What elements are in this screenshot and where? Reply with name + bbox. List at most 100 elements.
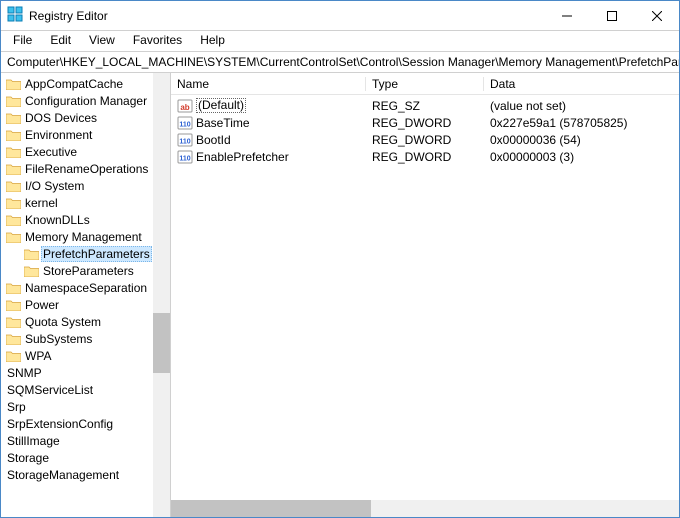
tree-pane[interactable]: AppCompatCache Configuration Manager DOS D… — [1, 73, 171, 517]
folder-icon — [5, 332, 21, 346]
maximize-button[interactable] — [589, 1, 634, 30]
menu-file[interactable]: File — [5, 31, 40, 49]
tree-item-label: I/O System — [23, 179, 86, 193]
tree-item[interactable]: StillImage — [1, 432, 170, 449]
values-pane[interactable]: Name Type Data (Default)REG_SZ(value not… — [171, 73, 679, 517]
tree-item[interactable]: Configuration Manager — [1, 92, 170, 109]
dword-value-icon — [177, 115, 193, 131]
tree-item[interactable]: SQMServiceList — [1, 381, 170, 398]
value-row[interactable]: BootIdREG_DWORD0x00000036 (54) — [171, 131, 679, 148]
tree-item[interactable]: Quota System — [1, 313, 170, 330]
tree-item-label: Quota System — [23, 315, 103, 329]
tree-item[interactable]: Environment — [1, 126, 170, 143]
tree-item-label: kernel — [23, 196, 60, 210]
value-name: (Default) — [196, 98, 246, 113]
value-row[interactable]: (Default)REG_SZ(value not set) — [171, 97, 679, 114]
tree-scrollbar-thumb[interactable] — [153, 313, 170, 373]
window-title: Registry Editor — [23, 9, 544, 23]
registry-editor-window: Registry Editor File Edit View Favorites… — [0, 0, 680, 518]
tree-item[interactable]: WPA — [1, 347, 170, 364]
folder-icon — [5, 349, 21, 363]
cell-data: (value not set) — [484, 99, 679, 113]
value-row[interactable]: BaseTimeREG_DWORD0x227e59a1 (578705825) — [171, 114, 679, 131]
tree-item-label: SQMServiceList — [5, 383, 95, 397]
tree-item-label: Configuration Manager — [23, 94, 149, 108]
tree-item[interactable]: Memory Management — [1, 228, 170, 245]
tree-item[interactable]: NamespaceSeparation — [1, 279, 170, 296]
value-row[interactable]: EnablePrefetcher REG_DWORD0x00000003 (3) — [171, 148, 679, 165]
tree-item-label: FileRenameOperations — [23, 162, 150, 176]
value-name: EnablePrefetcher — [196, 150, 289, 164]
menu-edit[interactable]: Edit — [42, 31, 79, 49]
tree-item[interactable]: DOS Devices — [1, 109, 170, 126]
tree-item-label: Memory Management — [23, 230, 144, 244]
tree-item-label: WPA — [23, 349, 53, 363]
folder-icon — [5, 213, 21, 227]
tree-item-label: NamespaceSeparation — [23, 281, 149, 295]
values-h-scrollbar[interactable] — [171, 500, 679, 517]
folder-icon — [23, 247, 39, 261]
cell-data: 0x227e59a1 (578705825) — [484, 116, 679, 130]
cell-data: 0x00000036 (54) — [484, 133, 679, 147]
tree-item[interactable]: KnownDLLs — [1, 211, 170, 228]
tree-item[interactable]: StoreParameters — [1, 262, 170, 279]
tree-item[interactable]: kernel — [1, 194, 170, 211]
tree-item[interactable]: Srp — [1, 398, 170, 415]
cell-type: REG_DWORD — [366, 150, 484, 164]
menu-favorites[interactable]: Favorites — [125, 31, 190, 49]
folder-icon — [5, 128, 21, 142]
folder-icon — [5, 77, 21, 91]
address-text: Computer\HKEY_LOCAL_MACHINE\SYSTEM\Curre… — [7, 55, 679, 69]
address-bar[interactable]: Computer\HKEY_LOCAL_MACHINE\SYSTEM\Curre… — [1, 51, 679, 73]
menu-view[interactable]: View — [81, 31, 123, 49]
tree-item[interactable]: SubSystems — [1, 330, 170, 347]
string-value-icon — [177, 98, 193, 114]
folder-icon — [5, 196, 21, 210]
folder-icon — [5, 145, 21, 159]
cell-name: BaseTime — [171, 115, 366, 131]
app-icon — [7, 6, 23, 25]
titlebar[interactable]: Registry Editor — [1, 1, 679, 31]
cell-type: REG_DWORD — [366, 116, 484, 130]
tree-item-label: Power — [23, 298, 61, 312]
tree-item-label: Executive — [23, 145, 79, 159]
tree-item-label: KnownDLLs — [23, 213, 92, 227]
tree-item-label: DOS Devices — [23, 111, 99, 125]
tree-item-label: StillImage — [5, 434, 62, 448]
column-name[interactable]: Name — [171, 77, 366, 91]
tree-item-label: SrpExtensionConfig — [5, 417, 115, 431]
tree-item[interactable]: PrefetchParameters — [1, 245, 170, 262]
close-button[interactable] — [634, 1, 679, 30]
folder-icon — [5, 162, 21, 176]
tree-item[interactable]: Executive — [1, 143, 170, 160]
folder-icon — [5, 298, 21, 312]
cell-data: 0x00000003 (3) — [484, 150, 679, 164]
tree-item-label: StorageManagement — [5, 468, 121, 482]
column-data[interactable]: Data — [484, 77, 679, 91]
column-type[interactable]: Type — [366, 77, 484, 91]
dword-value-icon — [177, 132, 193, 148]
tree-item[interactable]: FileRenameOperations — [1, 160, 170, 177]
tree-item-label: SubSystems — [23, 332, 94, 346]
cell-name: BootId — [171, 132, 366, 148]
tree-item-label: StoreParameters — [41, 264, 136, 278]
tree-item[interactable]: SrpExtensionConfig — [1, 415, 170, 432]
tree-item[interactable]: Storage — [1, 449, 170, 466]
menu-help[interactable]: Help — [192, 31, 233, 49]
folder-icon — [23, 264, 39, 278]
folder-icon — [5, 111, 21, 125]
folder-icon — [5, 94, 21, 108]
tree-scrollbar[interactable] — [153, 73, 170, 517]
tree-item[interactable]: StorageManagement — [1, 466, 170, 483]
tree-item[interactable]: AppCompatCache — [1, 75, 170, 92]
tree-item[interactable]: I/O System — [1, 177, 170, 194]
folder-icon — [5, 315, 21, 329]
tree-item[interactable]: SNMP — [1, 364, 170, 381]
tree-item-label: AppCompatCache — [23, 77, 125, 91]
cell-type: REG_DWORD — [366, 133, 484, 147]
values-h-scrollbar-thumb[interactable] — [171, 500, 371, 517]
folder-icon — [5, 179, 21, 193]
minimize-button[interactable] — [544, 1, 589, 30]
cell-name: (Default) — [171, 98, 366, 114]
tree-item[interactable]: Power — [1, 296, 170, 313]
